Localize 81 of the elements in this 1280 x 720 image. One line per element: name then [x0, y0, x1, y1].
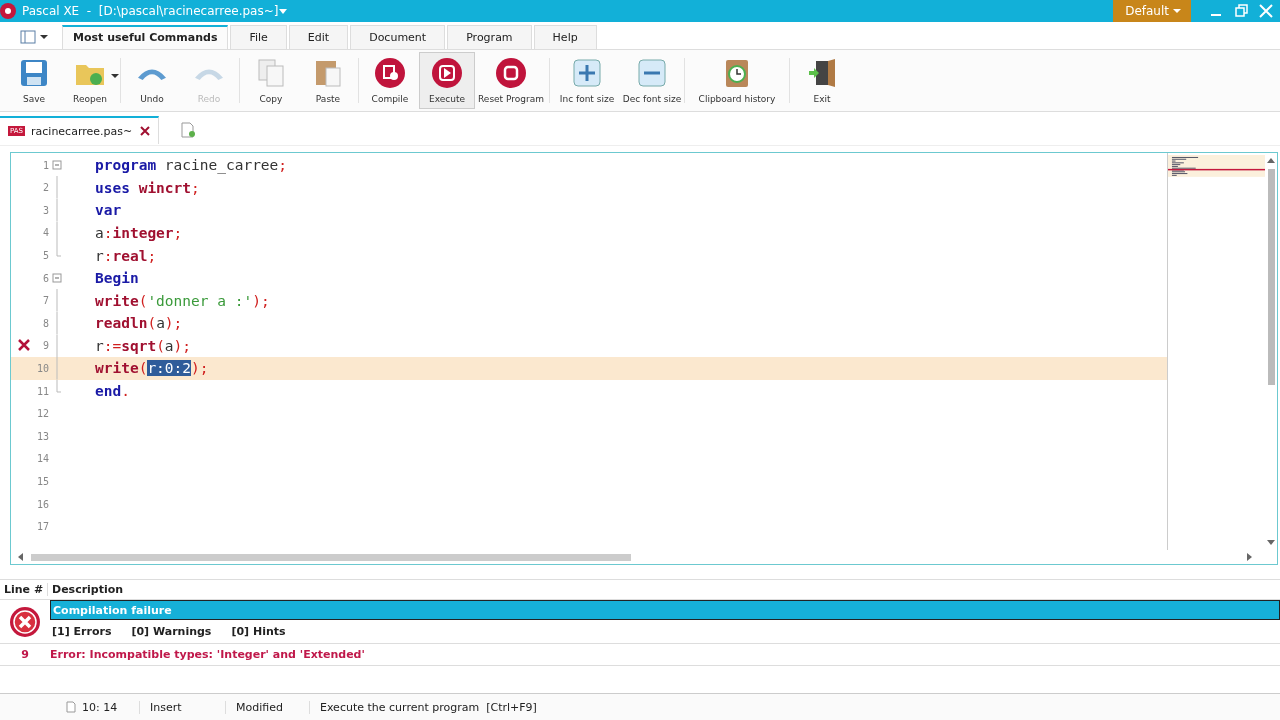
- ribbon-tab[interactable]: Help: [533, 24, 597, 49]
- app-logo-icon: [0, 3, 16, 19]
- cursor-position: 10: 14: [82, 700, 118, 714]
- fold-toggle-icon[interactable]: [52, 273, 62, 283]
- ribbon-tab[interactable]: Most useful Commands: [62, 24, 229, 49]
- toolbar-button[interactable]: Dec font size: [622, 51, 682, 109]
- panel-layout-icon: [20, 29, 36, 44]
- door-exit-icon: [806, 56, 838, 89]
- ribbon-tab[interactable]: Program: [447, 24, 532, 49]
- status-hint: Execute the current program [Ctrl+F9]: [320, 700, 537, 714]
- scroll-down-icon[interactable]: [1267, 538, 1275, 547]
- code-line: r:=sqrt(a);: [95, 337, 192, 354]
- code-line: write('donner a :');: [95, 292, 270, 309]
- code-editor[interactable]: 1 program racine_carree; 2 uses wincrt; 3 var 4 a:integer; 5 r:real; 6 Begin 7 write('donner a :'); 8 readln(a); 9 r:=sqrt(a); 10 write(r:0:2); 11 end. 12 13 14 15 16 17: [10, 151, 1278, 566]
- line-number: 10: [37, 362, 49, 374]
- code-line: end.: [95, 383, 130, 400]
- error-message: Error: Incompatible types: 'Integer' and 'Extended': [50, 648, 365, 662]
- line-number: 15: [37, 475, 49, 487]
- message-count: [0] Warnings: [131, 624, 212, 638]
- caret-icon[interactable]: [111, 72, 119, 79]
- line-number: 4: [41, 227, 49, 239]
- minus-icon: [636, 56, 668, 89]
- error-icon: [9, 605, 41, 638]
- modified-state: Modified: [236, 700, 283, 714]
- caret-icon: [40, 33, 48, 40]
- plus-icon: [571, 56, 603, 89]
- toolbar-button[interactable]: Compile: [361, 51, 419, 109]
- stop-icon: [495, 56, 527, 89]
- toolbar-button[interactable]: Undo: [123, 51, 181, 109]
- toolbar-button[interactable]: Reset Program: [475, 51, 547, 109]
- document-icon: [66, 701, 76, 713]
- error-line-number: 9: [20, 648, 30, 662]
- scroll-left-icon[interactable]: [17, 553, 25, 562]
- toolbar-button[interactable]: Clipboard history: [687, 51, 787, 109]
- column-header: Description: [51, 583, 124, 597]
- document-name: racinecarree.pas~: [31, 124, 133, 138]
- new-file-icon[interactable]: [181, 122, 196, 139]
- caret-icon: [1173, 8, 1181, 14]
- column-header: Line #: [0, 583, 48, 597]
- insert-mode: Insert: [150, 700, 182, 714]
- message-count: [1] Errors: [52, 624, 112, 638]
- ribbon-tab[interactable]: Edit: [288, 24, 349, 49]
- scroll-up-icon[interactable]: [1267, 156, 1275, 165]
- window-title: Pascal XE - [D:\pascal\racinecarree.pas~]: [22, 4, 279, 18]
- line-number: 1: [41, 159, 49, 171]
- summary-title: Compilation failure: [50, 600, 1280, 621]
- code-line: a:integer;: [95, 224, 183, 241]
- message-count: [0] Hints: [231, 624, 286, 638]
- line-number: 5: [41, 250, 49, 261]
- line-number: 13: [37, 430, 49, 442]
- code-line: var: [95, 202, 122, 219]
- line-number: 16: [37, 498, 49, 510]
- scroll-right-icon[interactable]: [1245, 553, 1253, 562]
- ribbon-tab[interactable]: File: [230, 24, 287, 49]
- toolbar-button[interactable]: Copy: [242, 51, 300, 109]
- line-number: 9: [41, 340, 49, 352]
- code-line: readln(a);: [95, 315, 183, 332]
- toolbar-button[interactable]: Reopen: [62, 51, 118, 109]
- line-number: 14: [37, 453, 49, 465]
- toolbar-button[interactable]: Save: [6, 51, 62, 109]
- line-number: 11: [37, 385, 49, 397]
- toolbar-button[interactable]: Exit: [792, 51, 852, 109]
- copy-icon: [255, 56, 287, 89]
- toolbar-button[interactable]: Inc font size: [552, 51, 622, 109]
- line-number: 7: [41, 295, 49, 307]
- ribbon-tab[interactable]: Document: [350, 24, 446, 49]
- line-number: 12: [37, 408, 49, 420]
- toolbar-button[interactable]: Paste: [300, 51, 356, 109]
- line-number: 3: [41, 204, 49, 216]
- fold-toggle-icon[interactable]: [52, 160, 62, 170]
- code-line: write(r:0:2);: [95, 360, 209, 377]
- line-number: 8: [41, 317, 49, 329]
- code-line: program racine_carree;: [95, 157, 288, 174]
- toolbar-button[interactable]: Execute: [419, 51, 475, 109]
- line-number: 2: [41, 182, 49, 194]
- code-line: Begin: [95, 270, 139, 287]
- play-icon: [431, 56, 463, 89]
- code-line: uses wincrt;: [95, 179, 200, 196]
- line-number: 17: [37, 521, 49, 533]
- line-number: 6: [41, 272, 49, 284]
- code-line: r:real;: [95, 247, 157, 264]
